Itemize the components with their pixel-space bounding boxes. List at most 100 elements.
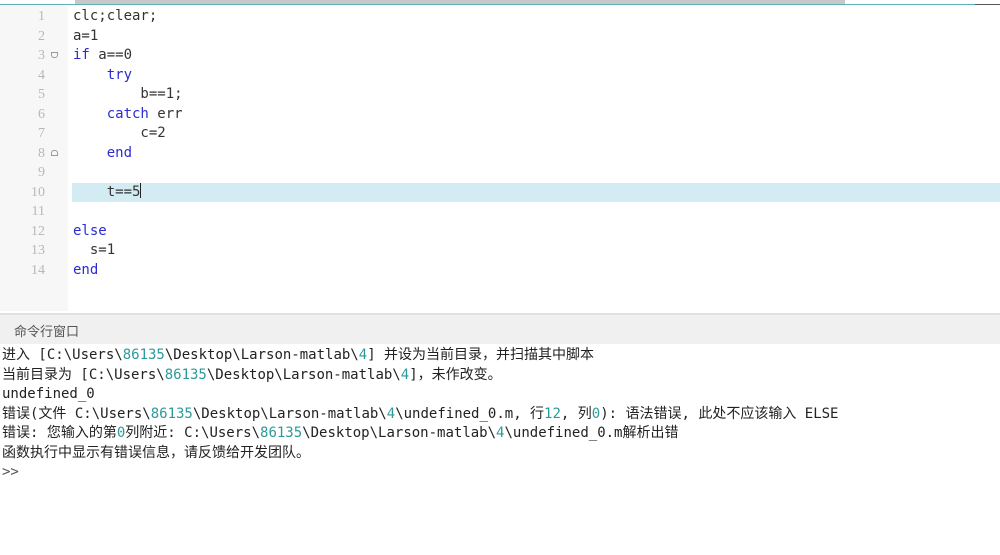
console-line: undefined_0 (0, 385, 1000, 405)
line-number: 10 (31, 184, 45, 200)
code-line[interactable]: 2 a=1 (0, 27, 1000, 47)
keyword: catch (106, 105, 149, 122)
code-text: clc;clear; (73, 7, 157, 27)
line-number: 8 (38, 145, 45, 161)
code-text: else (73, 222, 107, 242)
text-token: \undefined_0.m, 行 (395, 405, 545, 422)
code-text: c=2 (73, 124, 166, 144)
code-editor[interactable]: 1 clc;clear; 2 a=1 3 if a==0 4 try 5 b==1; 6 cat… (0, 6, 1000, 311)
text-token: 当前目录为 [C:\Users\ (2, 366, 165, 383)
console-line: 进入 [C:\Users\86135\Desktop\Larson-matlab… (0, 346, 1000, 366)
code-line[interactable]: 6 catch err (0, 105, 1000, 125)
code-text: a=1 (73, 27, 98, 47)
console-line: 错误(文件 C:\Users\86135\Desktop\Larson-matl… (0, 405, 1000, 425)
line-number: 9 (38, 165, 45, 180)
line-number: 5 (38, 87, 45, 102)
text-token: 进入 [C:\Users\ (2, 347, 123, 363)
fold-end-icon[interactable] (51, 149, 58, 156)
command-window-title: 命令行窗口 (14, 325, 80, 340)
code-line[interactable]: 4 try (0, 66, 1000, 86)
number-token: 4 (400, 366, 410, 383)
code-line[interactable]: 13 s=1 (0, 241, 1000, 261)
command-prompt[interactable]: >> (0, 463, 1000, 483)
line-number: 11 (31, 204, 45, 219)
divider (0, 4, 1000, 5)
number-token: 86135 (164, 366, 207, 383)
text-token: ]，未作改变。 (409, 366, 502, 383)
code-text: s=1 (73, 241, 115, 261)
code-line[interactable]: 8 end (0, 144, 1000, 164)
code-line[interactable]: 1 clc;clear; (0, 7, 1000, 27)
fold-start-icon[interactable] (51, 52, 58, 58)
console-line: 函数执行中显示有错误信息，请反馈给开发团队。 (0, 444, 1000, 464)
code-token: a=1 (73, 27, 99, 44)
console-line: 错误: 您输入的第0列附近: C:\Users\86135\Desktop\La… (0, 424, 1000, 444)
code-line[interactable]: 14 end (0, 261, 1000, 281)
current-line-highlight (72, 182, 1000, 202)
text-token: \Desktop\Larson-matlab\ (192, 405, 387, 422)
code-text: end (73, 261, 98, 281)
line-number: 13 (31, 243, 45, 258)
number-token: 86135 (122, 347, 165, 363)
keyword: try (106, 66, 133, 83)
code-line[interactable]: 3 if a==0 (0, 46, 1000, 66)
code-text: b==1; (73, 85, 183, 105)
code-text: t==5 (73, 182, 142, 203)
line-number: 6 (38, 106, 45, 122)
text-token: 错误: 您输入的第 (2, 425, 117, 441)
command-window-output[interactable]: 进入 [C:\Users\86135\Desktop\Larson-matlab… (0, 346, 1000, 483)
text-token: undefined_0 (2, 386, 95, 402)
code-token: s=1 (73, 242, 116, 258)
text-token: 错误(文件 C:\Users\ (2, 405, 151, 422)
text-token: \Desktop\Larson-matlab\ (164, 347, 359, 363)
number-token: 12 (544, 405, 561, 422)
line-number: 14 (31, 262, 45, 278)
code-token: a==0 (89, 47, 133, 63)
code-token: t==5 (73, 183, 141, 200)
text-token: ): 语法错误, 此处不应该输入 ELSE (600, 405, 839, 422)
number-token: 86135 (260, 425, 303, 441)
code-token: err (148, 105, 183, 122)
code-line[interactable]: 9 (0, 163, 1000, 183)
keyword: if (73, 47, 90, 63)
text-token: 函数执行中显示有错误信息，请反馈给开发团队。 (2, 444, 310, 461)
command-window-header: 命令行窗口 (0, 313, 1000, 344)
text-token: \Desktop\Larson-matlab\ (302, 425, 497, 441)
text-cursor (140, 182, 142, 198)
text-token: ] 并设为当前目录，并扫描其中脚本 (367, 347, 595, 363)
text-token: , 列 (560, 405, 592, 422)
line-number: 7 (38, 126, 45, 141)
line-number: 12 (31, 223, 45, 239)
code-text: end (73, 144, 132, 164)
code-line[interactable]: 7 c=2 (0, 124, 1000, 144)
divider (975, 4, 1000, 5)
code-text: try (73, 66, 132, 86)
line-number: 4 (38, 67, 45, 83)
number-token: 4 (358, 347, 368, 363)
code-line[interactable]: 10 t==5 (0, 182, 1000, 203)
line-number: 2 (38, 28, 45, 44)
keyword: end (73, 261, 99, 278)
code-text: if a==0 (73, 46, 132, 66)
code-line[interactable]: 11 (0, 202, 1000, 222)
text-token: 列附近: C:\Users\ (125, 425, 261, 441)
number-token: 0 (591, 405, 601, 422)
code-line[interactable]: 12 else (0, 222, 1000, 242)
code-line[interactable]: 5 b==1; (0, 85, 1000, 105)
code-token: c=2 (73, 125, 166, 141)
text-token: \undefined_0.m解析出错 (504, 425, 679, 441)
line-number: 3 (38, 48, 45, 63)
number-token: 86135 (150, 405, 193, 422)
code-token: b==1; (73, 86, 183, 102)
text-token: \Desktop\Larson-matlab\ (206, 366, 401, 383)
code-text: catch err (73, 105, 183, 125)
console-line: 当前目录为 [C:\Users\86135\Desktop\Larson-mat… (0, 366, 1000, 386)
number-token: 4 (386, 405, 396, 422)
code-token: clc;clear; (73, 8, 158, 24)
line-number: 1 (38, 9, 45, 24)
keyword: end (106, 144, 133, 161)
keyword: else (73, 222, 107, 239)
